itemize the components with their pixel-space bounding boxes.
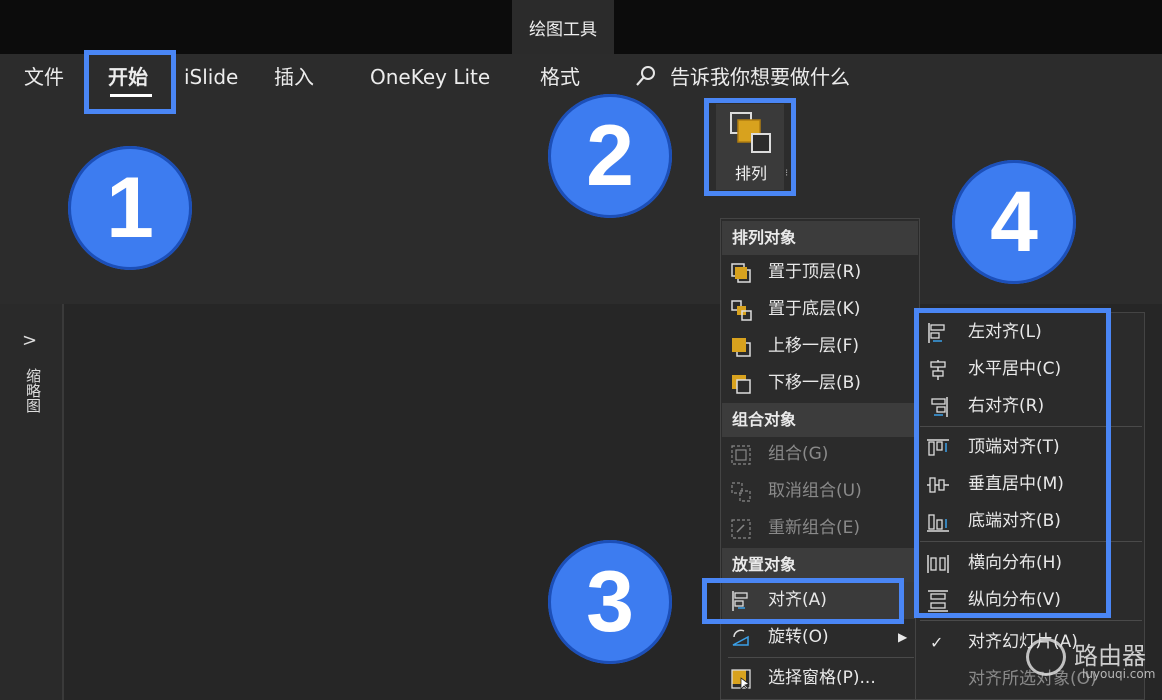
thumbnail-pane bbox=[0, 304, 64, 700]
step-1-badge: 1 bbox=[68, 146, 192, 270]
bring-forward-icon bbox=[732, 338, 751, 357]
highlight-align-submenu bbox=[914, 308, 1111, 618]
rotate-icon bbox=[732, 629, 749, 646]
thumbnail-pane-label: 缩略图 bbox=[24, 368, 42, 413]
watermark-url: luyouqi.com bbox=[1082, 667, 1156, 681]
watermark-text: 路由器 bbox=[1074, 642, 1146, 670]
menu-item-label: 选择窗格(P)... bbox=[768, 668, 876, 688]
menu-item-rotate[interactable]: 旋转(O) ▶ bbox=[722, 619, 918, 656]
ungroup-icon bbox=[731, 482, 751, 502]
bring-to-front-icon bbox=[731, 263, 751, 283]
menu-item-bring-forward[interactable]: 上移一层(F) bbox=[722, 328, 918, 365]
menu-item-label: 置于底层(K) bbox=[768, 299, 861, 319]
menu-item-label: 置于顶层(R) bbox=[768, 262, 862, 282]
menu-item-selection-pane[interactable]: 选择窗格(P)... bbox=[722, 660, 918, 697]
selection-pane-icon bbox=[731, 669, 751, 690]
search-icon[interactable] bbox=[634, 64, 658, 88]
regroup-icon bbox=[731, 519, 751, 539]
menu-section-header: 放置对象 bbox=[722, 548, 918, 582]
menu-section-header: 组合对象 bbox=[722, 403, 918, 437]
menu-item-label: 上移一层(F) bbox=[768, 336, 860, 356]
drawing-tools-contextual-tab[interactable]: 绘图工具 bbox=[512, 0, 614, 54]
menu-section-header: 排列对象 bbox=[722, 221, 918, 255]
tab-islide[interactable]: iSlide bbox=[184, 60, 238, 94]
watermark-router-icon bbox=[1026, 638, 1066, 676]
menu-item-send-to-back[interactable]: 置于底层(K) bbox=[722, 291, 918, 328]
menu-item-label: 旋转(O) bbox=[768, 627, 829, 647]
menu-item-send-backward[interactable]: 下移一层(B) bbox=[722, 365, 918, 402]
menu-item-label: 重新组合(E) bbox=[768, 518, 861, 538]
step-3-badge: 3 bbox=[548, 540, 672, 664]
check-icon: ✓ bbox=[930, 633, 944, 652]
menu-divider bbox=[728, 657, 914, 658]
menu-item-group[interactable]: 组合(G) bbox=[722, 436, 918, 473]
menu-item-ungroup[interactable]: 取消组合(U) bbox=[722, 473, 918, 510]
step-4-badge: 4 bbox=[952, 160, 1076, 284]
tell-me-box[interactable]: 告诉我你想要做什么 bbox=[670, 60, 850, 94]
tab-insert[interactable]: 插入 bbox=[274, 60, 314, 94]
menu-item-label: 取消组合(U) bbox=[768, 481, 862, 501]
step-2-badge: 2 bbox=[548, 94, 672, 218]
chevron-right-icon[interactable]: > bbox=[22, 330, 37, 351]
send-to-back-icon bbox=[731, 300, 752, 321]
send-backward-icon bbox=[732, 375, 751, 394]
tab-file[interactable]: 文件 bbox=[24, 60, 64, 94]
menu-item-label: 下移一层(B) bbox=[768, 373, 861, 393]
tab-onekey-lite[interactable]: OneKey Lite bbox=[370, 60, 490, 94]
menu-item-regroup[interactable]: 重新组合(E) bbox=[722, 510, 918, 547]
tab-format[interactable]: 格式 bbox=[540, 60, 580, 94]
group-icon bbox=[731, 445, 751, 465]
menu-item-bring-to-front[interactable]: 置于顶层(R) bbox=[722, 254, 918, 291]
submenu-divider bbox=[920, 620, 1142, 621]
highlight-align-item bbox=[702, 578, 904, 624]
highlight-arrange-button bbox=[704, 98, 796, 196]
highlight-home-tab bbox=[84, 50, 176, 114]
submenu-arrow-icon: ▶ bbox=[898, 630, 908, 644]
menu-item-label: 组合(G) bbox=[768, 444, 829, 464]
